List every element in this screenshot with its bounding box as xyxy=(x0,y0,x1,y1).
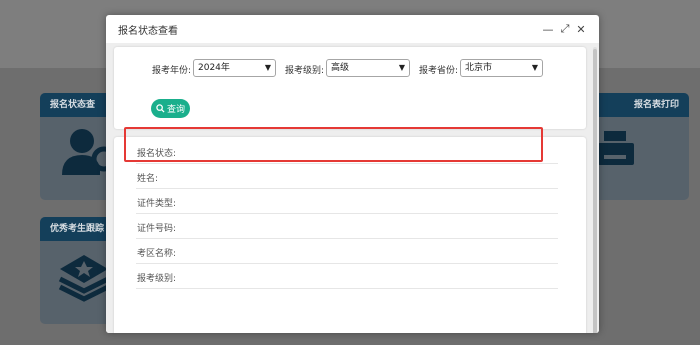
status-query-dialog: 报名状态查看 — ⤢ ✕ 报考年份: 2024年 ▼ 报考级别: 高级 ▼ 报考… xyxy=(106,15,599,333)
minimize-button[interactable]: — xyxy=(540,15,556,43)
bg-card-title: 报名表打印 xyxy=(592,93,689,117)
chevron-down-icon: ▼ xyxy=(531,63,538,72)
dialog-header: 报名状态查看 — ⤢ ✕ xyxy=(106,15,599,43)
query-button-label: 查询 xyxy=(166,105,185,115)
status-row-highlight xyxy=(124,127,543,162)
chevron-down-icon: ▼ xyxy=(398,63,405,72)
year-label: 报考年份: xyxy=(152,66,192,76)
id-number-label: 证件号码: xyxy=(137,224,177,234)
year-select[interactable]: 2024年 ▼ xyxy=(193,59,276,77)
id-type-label: 证件类型: xyxy=(137,199,177,209)
year-select-value: 2024年 xyxy=(198,63,230,73)
bg-card-form-print[interactable]: 报名表打印 xyxy=(592,93,689,200)
result-row-exam-area: 考区名称: xyxy=(136,239,558,264)
query-button[interactable]: 查询 xyxy=(151,99,190,118)
close-button[interactable]: ✕ xyxy=(573,15,589,43)
result-row-level: 报考级别: xyxy=(136,264,558,289)
level-result-label: 报考级别: xyxy=(137,274,177,284)
province-label: 报考省份: xyxy=(419,66,459,76)
dialog-title: 报名状态查看 xyxy=(118,25,178,37)
chevron-down-icon: ▼ xyxy=(264,63,271,72)
result-row-id-number: 证件号码: xyxy=(136,214,558,239)
maximize-button[interactable]: ⤢ xyxy=(557,15,573,43)
level-select[interactable]: 高级 ▼ xyxy=(326,59,410,77)
result-row-name: 姓名: xyxy=(136,164,558,189)
search-icon xyxy=(156,104,165,113)
province-select-value: 北京市 xyxy=(465,63,493,73)
printer-icon xyxy=(598,131,634,165)
level-select-value: 高级 xyxy=(331,63,350,73)
name-label: 姓名: xyxy=(137,174,159,184)
exam-area-label: 考区名称: xyxy=(137,249,177,259)
province-select[interactable]: 北京市 ▼ xyxy=(460,59,543,77)
level-label: 报考级别: xyxy=(285,66,325,76)
scrollbar-thumb[interactable] xyxy=(593,49,597,333)
result-row-id-type: 证件类型: xyxy=(136,189,558,214)
